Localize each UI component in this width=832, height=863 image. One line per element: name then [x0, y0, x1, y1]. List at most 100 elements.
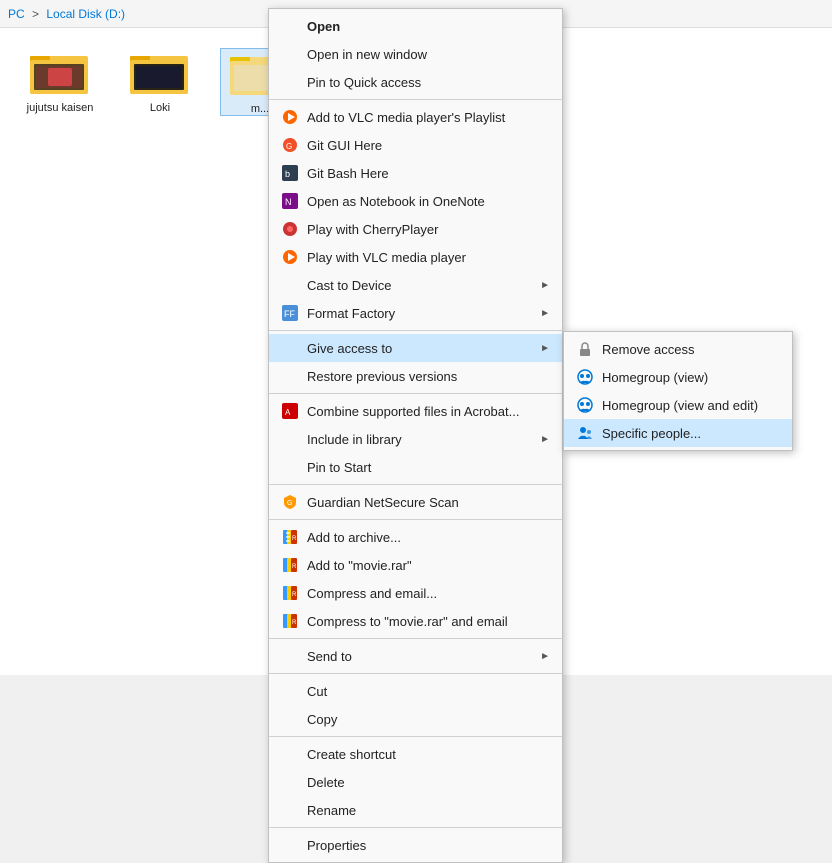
- menu-item-add-movie-rar[interactable]: R Add to "movie.rar": [269, 551, 562, 579]
- menu-item-onenote[interactable]: N Open as Notebook in OneNote: [269, 187, 562, 215]
- menu-label-create-shortcut: Create shortcut: [307, 747, 550, 762]
- give-access-icon: [281, 339, 299, 357]
- sep-4: [269, 484, 562, 485]
- homegroup-view-icon: [576, 368, 594, 386]
- sep-3: [269, 393, 562, 394]
- menu-label-compress-email: Compress and email...: [307, 586, 550, 601]
- include-library-icon: [281, 430, 299, 448]
- svg-text:R: R: [292, 620, 297, 626]
- menu-item-compress-email[interactable]: R Compress and email...: [269, 579, 562, 607]
- pin-quick-icon: [281, 73, 299, 91]
- menu-item-add-archive[interactable]: R Add to archive...: [269, 523, 562, 551]
- menu-label-give-access: Give access to: [307, 341, 540, 356]
- svg-text:R: R: [292, 564, 297, 570]
- add-archive-icon: R: [281, 528, 299, 546]
- menu-item-compress-movie-email[interactable]: R Compress to "movie.rar" and email: [269, 607, 562, 635]
- menu-label-format-factory: Format Factory: [307, 306, 540, 321]
- pin-start-icon: [281, 458, 299, 476]
- menu-item-send-to[interactable]: Send to ►: [269, 642, 562, 670]
- menu-item-pin-start[interactable]: Pin to Start: [269, 453, 562, 481]
- svg-text:A: A: [285, 408, 291, 417]
- menu-item-open[interactable]: Open: [269, 12, 562, 40]
- svg-text:R: R: [292, 592, 297, 598]
- guardian-icon: G: [281, 493, 299, 511]
- svg-text:G: G: [286, 142, 292, 151]
- include-library-arrow: ►: [540, 434, 550, 445]
- menu-item-cut[interactable]: Cut: [269, 677, 562, 705]
- menu-item-acrobat[interactable]: A Combine supported files in Acrobat...: [269, 397, 562, 425]
- menu-label-pin-start: Pin to Start: [307, 460, 550, 475]
- menu-label-delete: Delete: [307, 775, 550, 790]
- open-new-window-icon: [281, 45, 299, 63]
- submenu-label-remove-access: Remove access: [602, 342, 780, 357]
- submenu-item-specific-people[interactable]: Specific people...: [564, 419, 792, 447]
- menu-item-guardian[interactable]: G Guardian NetSecure Scan: [269, 488, 562, 516]
- menu-item-git-bash[interactable]: b Git Bash Here: [269, 159, 562, 187]
- menu-item-git-gui[interactable]: G Git GUI Here: [269, 131, 562, 159]
- folder-jujutsu[interactable]: jujutsu kaisen: [20, 48, 100, 114]
- add-movie-rar-icon: R: [281, 556, 299, 574]
- menu-item-pin-quick[interactable]: Pin to Quick access: [269, 68, 562, 96]
- svg-text:R: R: [292, 536, 297, 542]
- rename-icon: [281, 801, 299, 819]
- svg-text:G: G: [287, 500, 292, 507]
- homegroup-view-edit-icon: [576, 396, 594, 414]
- explorer-window: PC > Local Disk (D:) jujutsu kaisen: [0, 0, 832, 675]
- menu-label-cherry: Play with CherryPlayer: [307, 222, 550, 237]
- menu-item-format-factory[interactable]: FF Format Factory ►: [269, 299, 562, 327]
- menu-label-add-movie-rar: Add to "movie.rar": [307, 558, 550, 573]
- menu-item-include-library[interactable]: Include in library ►: [269, 425, 562, 453]
- svg-text:b: b: [285, 169, 290, 179]
- menu-item-give-access[interactable]: Give access to ► Remove access: [269, 334, 562, 362]
- breadcrumb-sep1: >: [29, 7, 43, 21]
- menu-label-guardian: Guardian NetSecure Scan: [307, 495, 550, 510]
- menu-item-restore[interactable]: Restore previous versions: [269, 362, 562, 390]
- compress-email-icon: R: [281, 584, 299, 602]
- submenu-item-homegroup-view-edit[interactable]: Homegroup (view and edit): [564, 391, 792, 419]
- menu-label-git-bash: Git Bash Here: [307, 166, 550, 181]
- folder-jujutsu-label: jujutsu kaisen: [27, 102, 94, 114]
- context-menu: Open Open in new window Pin to Quick acc…: [268, 8, 563, 863]
- menu-item-cherry[interactable]: Play with CherryPlayer: [269, 215, 562, 243]
- sep-7: [269, 673, 562, 674]
- menu-item-delete[interactable]: Delete: [269, 768, 562, 796]
- menu-item-open-new-window[interactable]: Open in new window: [269, 40, 562, 68]
- sep-6: [269, 638, 562, 639]
- folder-loki[interactable]: Loki: [120, 48, 200, 114]
- submenu-item-remove-access[interactable]: Remove access: [564, 335, 792, 363]
- menu-item-vlc[interactable]: Play with VLC media player: [269, 243, 562, 271]
- menu-label-cast: Cast to Device: [307, 278, 540, 293]
- menu-label-acrobat: Combine supported files in Acrobat...: [307, 404, 550, 419]
- compress-movie-email-icon: R: [281, 612, 299, 630]
- menu-item-add-vlc-playlist[interactable]: Add to VLC media player's Playlist: [269, 103, 562, 131]
- menu-item-cast[interactable]: Cast to Device ►: [269, 271, 562, 299]
- sep-2: [269, 330, 562, 331]
- create-shortcut-icon: [281, 745, 299, 763]
- menu-item-copy[interactable]: Copy: [269, 705, 562, 733]
- menu-label-open-new-window: Open in new window: [307, 47, 550, 62]
- breadcrumb-pc[interactable]: PC: [8, 7, 25, 21]
- acrobat-icon: A: [281, 402, 299, 420]
- git-bash-icon: b: [281, 164, 299, 182]
- format-factory-icon: FF: [281, 304, 299, 322]
- menu-item-rename[interactable]: Rename: [269, 796, 562, 824]
- vlc-playlist-icon: [281, 108, 299, 126]
- vlc-icon: [281, 248, 299, 266]
- submenu-label-homegroup-view: Homegroup (view): [602, 370, 780, 385]
- cast-arrow: ►: [540, 280, 550, 291]
- menu-item-create-shortcut[interactable]: Create shortcut: [269, 740, 562, 768]
- menu-label-pin-quick: Pin to Quick access: [307, 75, 550, 90]
- restore-icon: [281, 367, 299, 385]
- menu-item-properties[interactable]: Properties: [269, 831, 562, 859]
- submenu-item-homegroup-view[interactable]: Homegroup (view): [564, 363, 792, 391]
- cut-icon: [281, 682, 299, 700]
- git-gui-icon: G: [281, 136, 299, 154]
- give-access-arrow: ►: [540, 343, 550, 354]
- sep-8: [269, 736, 562, 737]
- breadcrumb-drive[interactable]: Local Disk (D:): [46, 7, 125, 21]
- menu-label-onenote: Open as Notebook in OneNote: [307, 194, 550, 209]
- format-factory-arrow: ►: [540, 308, 550, 319]
- folder-movie-label: m...: [251, 103, 269, 115]
- folder-loki-icon: [130, 48, 190, 98]
- menu-label-cut: Cut: [307, 684, 550, 699]
